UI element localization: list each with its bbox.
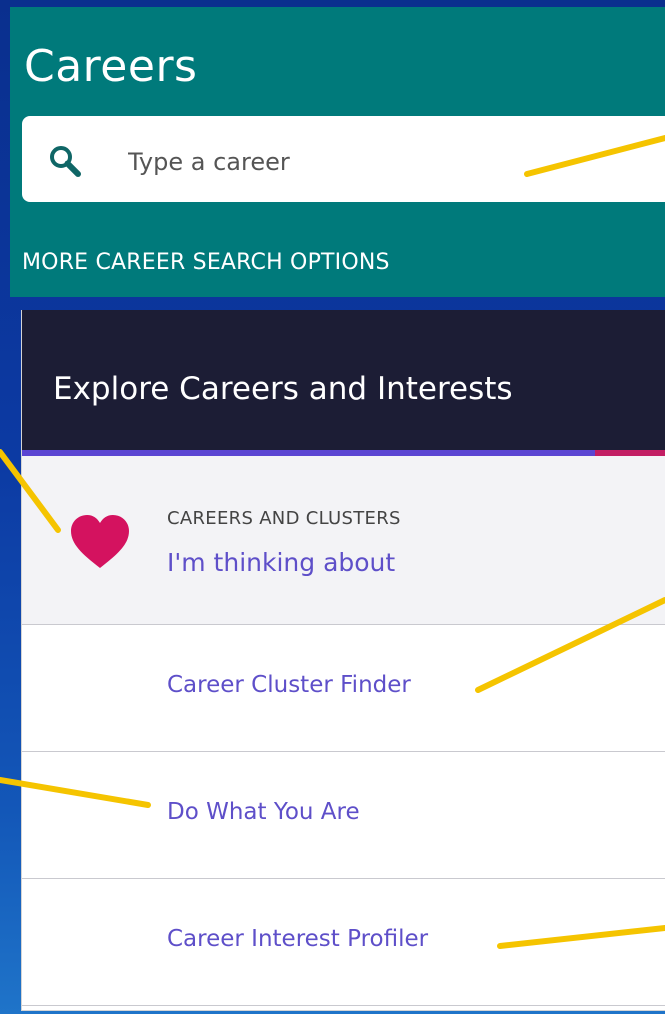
card-header: Explore Careers and Interests <box>22 310 665 450</box>
careers-header: Careers MORE CAREER SEARCH OPTIONS <box>10 7 665 297</box>
more-career-search-options-link[interactable]: MORE CAREER SEARCH OPTIONS <box>22 250 390 275</box>
heart-icon <box>71 515 129 568</box>
page-title: Careers <box>24 41 198 92</box>
row-career-interest-profiler[interactable]: Career Interest Profiler <box>22 879 665 1006</box>
card-title: Explore Careers and Interests <box>53 371 513 407</box>
career-search-box[interactable] <box>22 116 665 202</box>
row-do-what-you-are[interactable]: Do What You Are <box>22 752 665 879</box>
row-careers-and-clusters[interactable]: CAREERS AND CLUSTERS I'm thinking about <box>22 456 665 625</box>
do-what-you-are-link[interactable]: Do What You Are <box>167 799 360 825</box>
search-icon[interactable] <box>48 144 82 178</box>
screenshot-stage: Careers MORE CAREER SEARCH OPTIONS Explo… <box>0 0 665 1014</box>
career-search-input[interactable] <box>128 146 508 178</box>
explore-careers-card: Explore Careers and Interests CAREERS AN… <box>21 310 665 1011</box>
row-career-cluster-finder[interactable]: Career Cluster Finder <box>22 625 665 752</box>
row-overline: CAREERS AND CLUSTERS <box>167 508 401 529</box>
im-thinking-about-link[interactable]: I'm thinking about <box>167 548 395 577</box>
career-cluster-finder-link[interactable]: Career Cluster Finder <box>167 672 411 698</box>
career-interest-profiler-link[interactable]: Career Interest Profiler <box>167 926 428 952</box>
